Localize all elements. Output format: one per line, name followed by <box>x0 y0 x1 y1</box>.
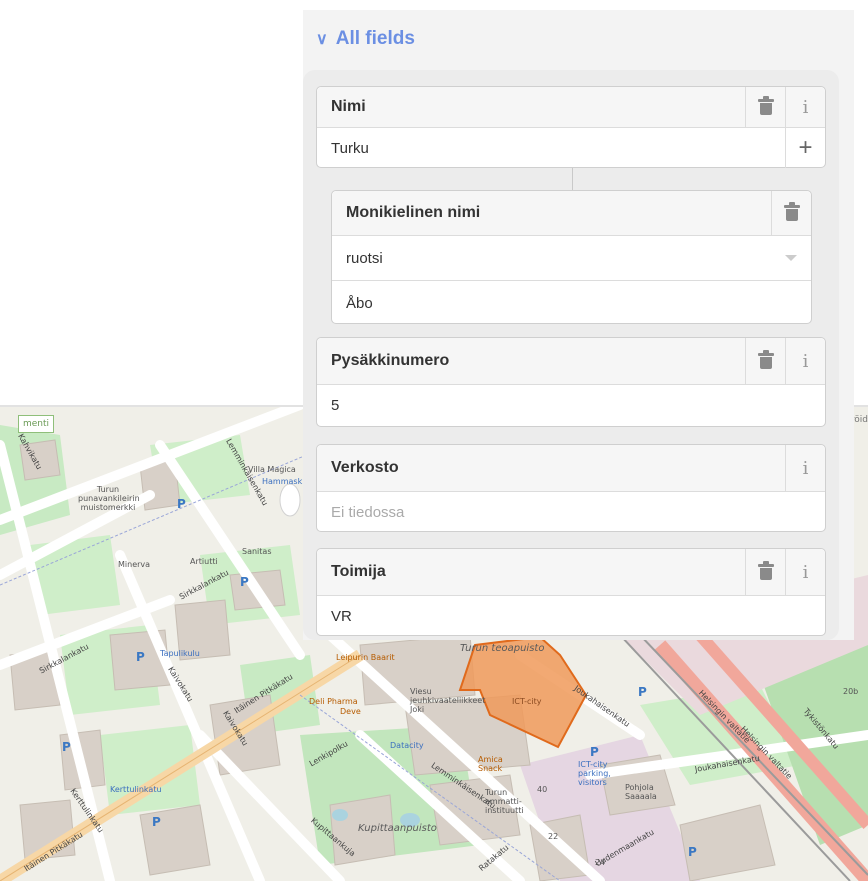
section-title: All fields <box>335 28 415 49</box>
map-label-deli: Deli Pharma <box>309 697 358 706</box>
field-pysakkinumero-label: Pysäkkinumero <box>331 352 450 369</box>
map-label-datacity: Datacity <box>390 741 424 750</box>
delete-button[interactable] <box>771 191 811 235</box>
map-label-40: 40 <box>537 785 548 794</box>
info-button[interactable]: i <box>785 87 825 127</box>
map-label-minerva: Minerva <box>118 560 151 569</box>
toimija-input[interactable]: VR <box>317 608 825 625</box>
delete-button[interactable] <box>745 87 785 127</box>
connector-line <box>572 168 573 190</box>
trash-icon <box>757 350 774 369</box>
pysakkinumero-input[interactable]: 5 <box>317 397 825 414</box>
verkosto-input[interactable]: Ei tiedossa <box>317 504 825 521</box>
add-language-button[interactable]: + <box>785 128 825 168</box>
map-label-turun-teo: Turun teoapuisto <box>460 643 545 654</box>
chevron-down-icon: ∨ <box>316 31 328 48</box>
trash-icon <box>757 96 774 115</box>
delete-button[interactable] <box>745 549 785 595</box>
map-label-ict-parking: ICT-city parking, visitors <box>578 760 611 787</box>
info-button[interactable]: i <box>785 338 825 384</box>
all-fields-panel: ∨ All fields Nimi i Turku + Monikielinen… <box>303 10 854 640</box>
map-label-park: Kupittaanpuisto <box>358 823 437 834</box>
map-label-pohjola: Pohjola Saaaala <box>625 783 657 801</box>
nimi-input[interactable]: Turku <box>317 140 785 157</box>
delete-button[interactable] <box>745 338 785 384</box>
info-button[interactable]: i <box>785 549 825 595</box>
map-label-20b: 20b <box>843 687 859 696</box>
parking-icon: P <box>590 745 599 759</box>
language-select[interactable]: ruotsi <box>332 250 771 267</box>
field-toimija: Toimija i VR <box>316 548 826 636</box>
trash-icon <box>757 561 774 580</box>
field-verkosto-label: Verkosto <box>331 459 399 476</box>
field-monikielinen-label: Monikielinen nimi <box>346 204 481 221</box>
map-label-tapuli: Tapulikulu <box>160 649 200 658</box>
map-label-monument: Turun punavankileirin muistomerkki <box>78 485 140 512</box>
map-corner-tag[interactable]: menti <box>18 415 55 433</box>
parking-icon: P <box>152 815 161 829</box>
parking-icon: P <box>177 497 186 511</box>
map-label-leipurin: Leipurin Baarit <box>336 653 395 662</box>
map-label-ict-city: ICT-city <box>512 697 542 706</box>
field-monikielinen-nimi: Monikielinen nimi ruotsi Åbo <box>331 190 812 324</box>
field-nimi: Nimi i Turku + <box>316 86 826 168</box>
map-label-sanitas: Sanitas <box>242 547 272 556</box>
all-fields-toggle[interactable]: ∨ All fields <box>316 28 415 50</box>
map-label-deve: Deve <box>340 707 361 716</box>
parking-icon: P <box>688 845 697 859</box>
dropdown-caret-icon[interactable] <box>771 238 811 278</box>
field-verkosto: Verkosto i Ei tiedossa <box>316 444 826 532</box>
field-toimija-label: Toimija <box>331 563 386 580</box>
parking-icon: P <box>638 685 647 699</box>
field-nimi-label: Nimi <box>331 98 366 115</box>
map-label-amica: Amica Snack <box>478 755 503 773</box>
map-label-artiutti: Artiutti <box>190 557 218 566</box>
parking-icon: P <box>62 740 71 754</box>
trash-icon <box>783 202 800 221</box>
street-kerttulinkatu-2: Kerttulinkatu <box>110 785 162 794</box>
parking-icon: P <box>136 650 145 664</box>
info-button[interactable]: i <box>785 445 825 491</box>
field-pysakkinumero: Pysäkkinumero i 5 <box>316 337 826 427</box>
parking-icon: P <box>240 575 249 589</box>
map-label-villa: Villa Magica <box>248 465 296 474</box>
map-label-joki: Viesu jeuhkivaateliikkeet Joki <box>410 687 486 714</box>
multilingual-name-input[interactable]: Åbo <box>332 295 811 312</box>
map-label-22: 22 <box>548 832 559 841</box>
